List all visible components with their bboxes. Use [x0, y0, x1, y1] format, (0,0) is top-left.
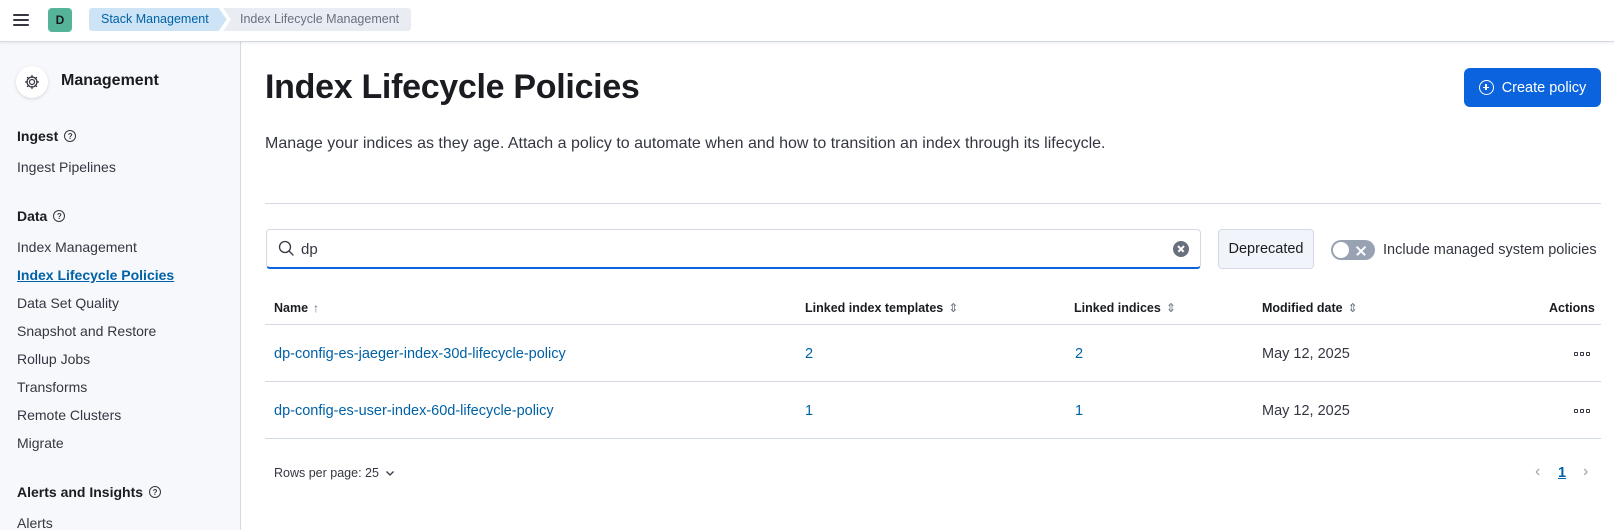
management-sidebar: Management Ingest ? Ingest Pipelines Dat…: [0, 42, 241, 530]
help-icon[interactable]: ?: [149, 486, 162, 498]
sidebar-item-index-lifecycle-policies[interactable]: Index Lifecycle Policies: [17, 267, 174, 283]
sort-icon: ⇕: [1347, 301, 1358, 315]
sidebar-item-snapshot-and-restore[interactable]: Snapshot and Restore: [17, 323, 156, 339]
plus-circle-icon: [1478, 80, 1494, 95]
nav-group-label: Ingest: [17, 128, 59, 144]
linked-indices-count[interactable]: 1: [1075, 403, 1083, 419]
create-policy-button[interactable]: Create policy: [1464, 68, 1601, 107]
nav-group-data: Data ?: [17, 208, 66, 224]
nav-group-label: Data: [17, 208, 48, 224]
nav-group-label: Alerts and Insights: [17, 484, 144, 500]
sidebar-item-index-management[interactable]: Index Management: [17, 239, 137, 255]
page-number[interactable]: 1: [1558, 465, 1566, 481]
rows-per-page-select[interactable]: Rows per page: 25: [274, 466, 395, 480]
modified-date: May 12, 2025: [1262, 346, 1350, 362]
row-divider: [265, 438, 1601, 439]
search-field: [266, 229, 1201, 269]
sort-icon: ⇕: [948, 301, 959, 315]
column-label: Actions: [1549, 301, 1595, 315]
column-header-modified-date[interactable]: Modified date ⇕: [1262, 301, 1358, 315]
nav-group-alerts-and-insights: Alerts and Insights ?: [17, 484, 162, 500]
previous-page-icon[interactable]: ‹: [1535, 463, 1540, 481]
actions-menu-icon[interactable]: [1572, 404, 1592, 418]
actions-menu-icon[interactable]: [1572, 347, 1592, 361]
space-avatar[interactable]: D: [48, 8, 72, 32]
column-header-name[interactable]: Name ↑: [274, 301, 319, 315]
top-header: D Stack Management Index Lifecycle Manag…: [0, 0, 1614, 42]
sidebar-item-rollup-jobs[interactable]: Rollup Jobs: [17, 351, 90, 367]
clear-search-icon[interactable]: [1173, 241, 1189, 257]
search-input[interactable]: [301, 237, 1161, 261]
sidebar-item-transforms[interactable]: Transforms: [17, 379, 87, 395]
breadcrumb-index-lifecycle-management: Index Lifecycle Management: [223, 8, 412, 31]
nav-group-ingest: Ingest ?: [17, 128, 77, 144]
column-label: Linked index templates: [805, 301, 944, 315]
chevron-down-icon: [385, 471, 394, 476]
sidebar-item-data-set-quality[interactable]: Data Set Quality: [17, 295, 119, 311]
search-icon: [278, 240, 294, 256]
create-policy-label: Create policy: [1501, 79, 1587, 96]
help-icon[interactable]: ?: [53, 210, 66, 222]
column-label: Name: [274, 301, 309, 315]
toggle-label: Include managed system policies: [1383, 242, 1597, 258]
column-label: Modified date: [1262, 301, 1343, 315]
column-label: Linked indices: [1074, 301, 1161, 315]
rows-per-page-label: Rows per page: 25: [274, 466, 379, 480]
linked-indices-count[interactable]: 2: [1075, 346, 1083, 362]
menu-icon[interactable]: [10, 9, 32, 31]
deprecated-filter-button[interactable]: Deprecated: [1218, 229, 1314, 269]
gear-icon: [16, 66, 48, 98]
page-title: Index Lifecycle Policies: [265, 68, 640, 106]
divider: [265, 203, 1601, 204]
help-icon[interactable]: ?: [64, 130, 77, 142]
managed-policies-toggle[interactable]: [1331, 240, 1375, 260]
header-divider: [265, 324, 1601, 325]
sidebar-title: Management: [61, 72, 159, 89]
next-page-icon[interactable]: ›: [1583, 463, 1588, 481]
modified-date: May 12, 2025: [1262, 403, 1350, 419]
linked-templates-count[interactable]: 1: [805, 403, 813, 419]
policy-name-link[interactable]: dp-config-es-jaeger-index-30d-lifecycle-…: [274, 346, 566, 362]
breadcrumb-stack-management[interactable]: Stack Management: [89, 8, 227, 31]
page-description: Manage your indices as they age. Attach …: [265, 135, 1106, 152]
sort-icon: ⇕: [1165, 301, 1176, 315]
sidebar-item-remote-clusters[interactable]: Remote Clusters: [17, 407, 121, 423]
row-divider: [265, 381, 1601, 382]
column-header-linked-index-templates[interactable]: Linked index templates ⇕: [805, 301, 958, 315]
sidebar-item-alerts[interactable]: Alerts: [17, 515, 53, 530]
column-header-linked-indices[interactable]: Linked indices ⇕: [1074, 301, 1176, 315]
policy-name-link[interactable]: dp-config-es-user-index-60d-lifecycle-po…: [274, 403, 554, 419]
sort-ascending-icon: ↑: [313, 301, 320, 315]
sidebar-item-ingest-pipelines[interactable]: Ingest Pipelines: [17, 159, 116, 175]
column-header-actions: Actions: [1549, 301, 1595, 315]
linked-templates-count[interactable]: 2: [805, 346, 813, 362]
cross-icon: [1355, 244, 1367, 256]
toggle-knob: [1332, 241, 1350, 259]
sidebar-item-migrate[interactable]: Migrate: [17, 435, 64, 451]
